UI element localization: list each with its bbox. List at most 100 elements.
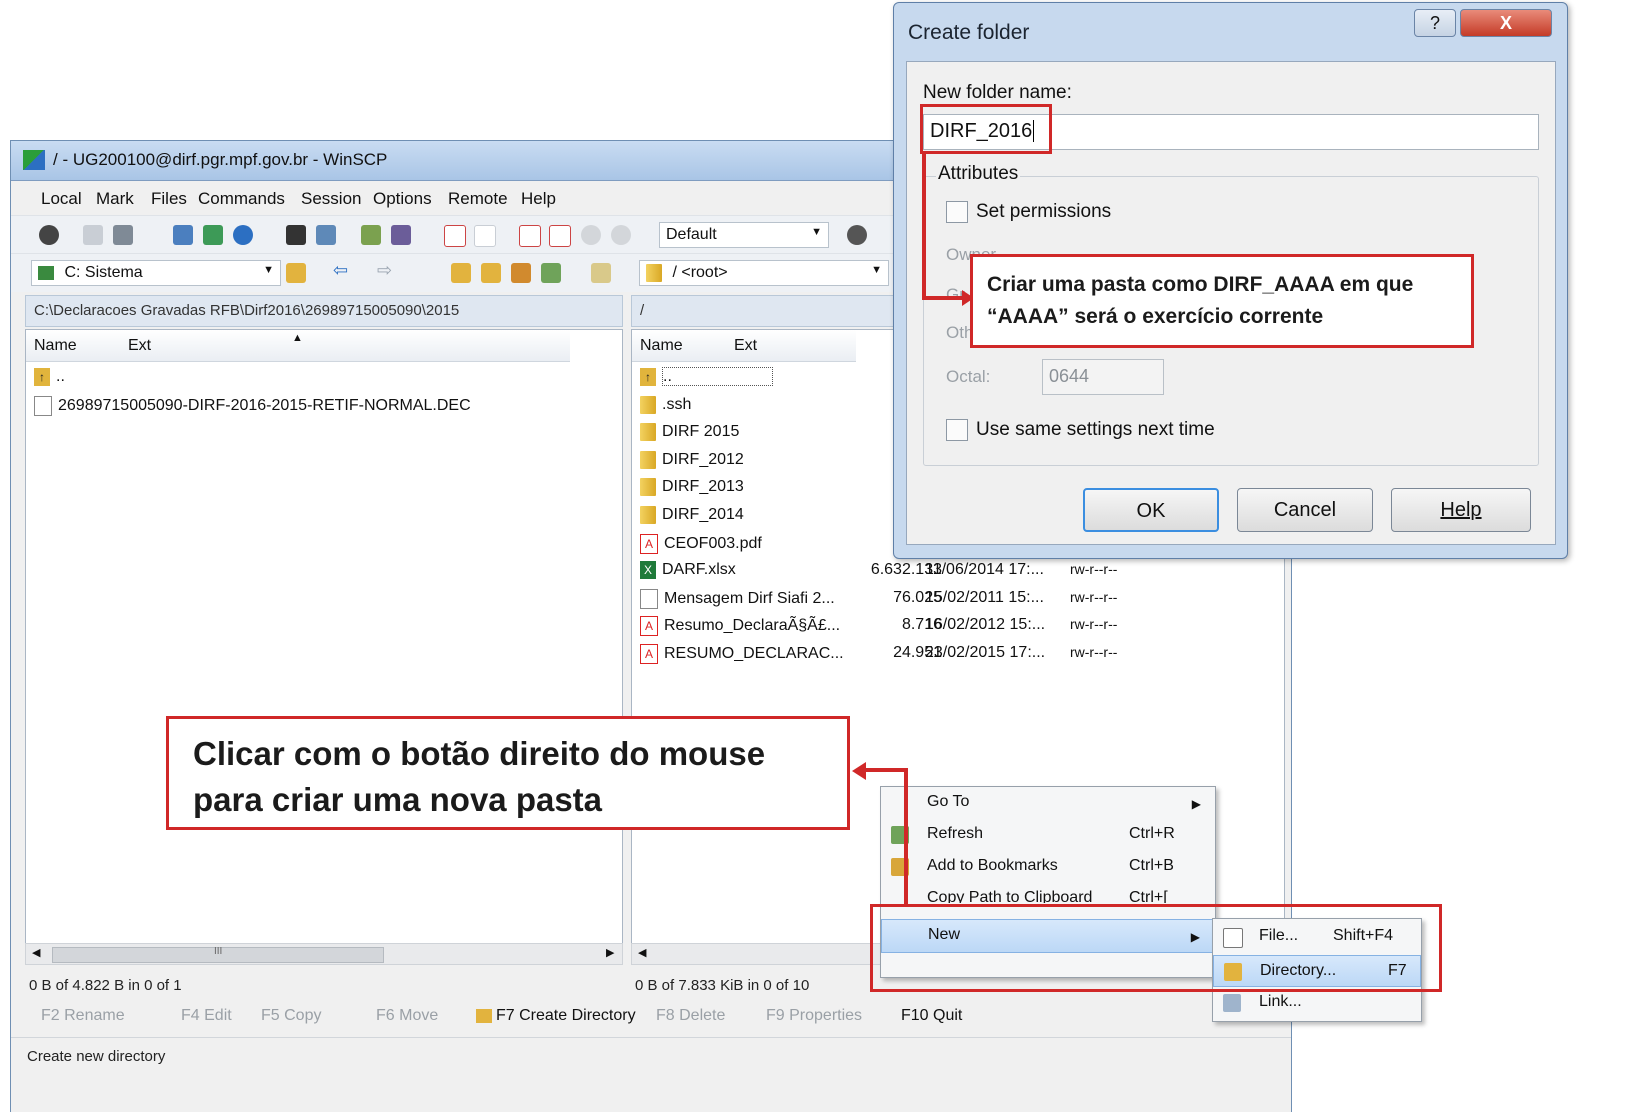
scroll-left-icon[interactable]: ◀ <box>32 946 40 959</box>
file-name: DIRF_2013 <box>662 478 744 496</box>
remote-dir-combo[interactable]: / <root> ▼ <box>639 260 889 286</box>
drive-icon <box>38 265 54 280</box>
menu-item-add-bookmark[interactable]: Add to Bookmarks Ctrl+B <box>881 851 1215 883</box>
file-name: RESUMO_DECLARAC... <box>664 645 844 663</box>
dialog-help-button[interactable]: ? <box>1414 9 1456 37</box>
root-dir-icon[interactable] <box>481 263 501 283</box>
parent-dir-icon[interactable] <box>451 263 471 283</box>
left-path-bar[interactable]: C:\Declaracoes Gravadas RFB\Dirf2016\269… <box>25 295 623 327</box>
set-permissions-checkbox[interactable] <box>946 201 968 223</box>
synchronize-icon[interactable] <box>203 225 223 245</box>
winscp-app-icon <box>23 150 45 170</box>
list-item[interactable]: ↑.. <box>34 368 65 395</box>
left-file-list[interactable]: Name Ext ▲ ↑.. 26989715005090-DIRF-2016-… <box>25 329 623 947</box>
tree-icon[interactable] <box>591 263 611 283</box>
menu-files[interactable]: Files <box>151 189 187 209</box>
select-plus-icon[interactable] <box>444 225 466 247</box>
synchronize-browse-icon[interactable] <box>173 225 193 245</box>
transfer-settings-value: Default <box>666 226 717 243</box>
filter-icon[interactable] <box>519 225 541 247</box>
scroll-left-icon[interactable]: ◀ <box>638 946 646 959</box>
menu-options[interactable]: Options <box>373 189 432 209</box>
menu-help[interactable]: Help <box>521 189 556 209</box>
table-row[interactable]: X DARF.xlsx 6.632.133 11/06/2014 17:... rw-r… <box>640 561 1240 588</box>
refresh-panel-icon[interactable] <box>541 263 561 283</box>
pdf-file-icon: A <box>640 644 658 664</box>
folder-icon <box>640 450 656 469</box>
compare-icon[interactable] <box>361 225 381 245</box>
dialog-title: Create folder <box>908 21 1030 44</box>
queue-icon[interactable] <box>113 225 133 245</box>
help-button[interactable]: Help <box>1391 488 1531 532</box>
col-ext-header[interactable]: Ext <box>128 337 151 355</box>
find-files-icon[interactable] <box>391 225 411 245</box>
parent-folder-icon: ↑ <box>34 368 50 386</box>
f9-properties-button[interactable]: F9 Properties <box>766 1007 862 1025</box>
invert-selection-icon[interactable] <box>549 225 571 247</box>
f5-copy-button[interactable]: F5 Copy <box>261 1007 321 1025</box>
menu-session[interactable]: Session <box>301 189 361 209</box>
table-row[interactable]: A Resumo_DeclaraÃ§Ã£... 8.716 16/02/2012 15… <box>640 616 1240 643</box>
f2-rename-button[interactable]: F2 Rename <box>41 1007 125 1025</box>
dialog-close-button[interactable]: X <box>1460 9 1552 37</box>
col-ext-header[interactable]: Ext <box>734 337 757 355</box>
select-minus-icon[interactable] <box>474 225 496 247</box>
col-name-header[interactable]: Name <box>34 337 77 355</box>
attributes-legend: Attributes <box>936 163 1021 185</box>
folder-icon <box>640 478 656 497</box>
connector-line <box>864 768 908 772</box>
menu-commands[interactable]: Commands <box>198 189 285 209</box>
f7-create-directory-button[interactable]: F7 Create Directory <box>476 1007 636 1025</box>
local-drive-combo[interactable]: C: Sistema ▼ <box>31 260 281 286</box>
disabled-tool-2-icon[interactable] <box>611 225 631 245</box>
menu-remote[interactable]: Remote <box>448 189 508 209</box>
chevron-down-icon: ▼ <box>871 264 882 276</box>
local-toggle-icon[interactable] <box>83 225 103 245</box>
octal-input[interactable]: 0644 <box>1042 359 1164 395</box>
f10-quit-button[interactable]: F10 Quit <box>901 1007 962 1025</box>
menu-item-refresh[interactable]: Refresh Ctrl+R <box>881 819 1215 851</box>
list-item[interactable]: 26989715005090-DIRF-2016-2015-RETIF-NORM… <box>34 396 471 423</box>
window-title: / - UG200100@dirf.pgr.mpf.gov.br - WinSC… <box>53 150 388 169</box>
pdf-file-icon: A <box>640 616 658 637</box>
back-arrow-icon[interactable]: ⇦ <box>333 260 353 280</box>
transfer-options-icon[interactable] <box>847 225 867 245</box>
parent-folder-icon: ↑ <box>640 368 656 386</box>
f4-edit-button[interactable]: F4 Edit <box>181 1007 232 1025</box>
file-rights: rw-r--r-- <box>1070 588 1118 605</box>
scroll-right-icon[interactable]: ▶ <box>606 946 614 959</box>
function-key-bar: F2 Rename F4 Edit F5 Copy F6 Move F7 Cre… <box>31 1007 1031 1033</box>
menu-local[interactable]: Local <box>41 189 82 209</box>
col-name-header[interactable]: Name <box>640 337 683 355</box>
file-name: Resumo_DeclaraÃ§Ã£... <box>664 617 841 635</box>
file-name: DARF.xlsx <box>662 561 736 579</box>
left-horizontal-scrollbar[interactable]: ◀ III ▶ <box>25 943 623 965</box>
use-same-settings-checkbox[interactable] <box>946 419 968 441</box>
file-date: 15/02/2011 15:... <box>925 588 1044 606</box>
f6-move-button[interactable]: F6 Move <box>376 1007 438 1025</box>
disabled-tool-icon[interactable] <box>581 225 601 245</box>
transfer-settings-combo[interactable]: Default ▼ <box>659 222 829 248</box>
chevron-down-icon: ▼ <box>811 226 822 238</box>
preferences-gear-icon[interactable] <box>39 225 59 245</box>
open-directory-icon[interactable] <box>286 263 306 283</box>
set-permissions-label: Set permissions <box>976 201 1112 222</box>
cancel-button[interactable]: Cancel <box>1237 488 1373 532</box>
menu-mark[interactable]: Mark <box>96 189 134 209</box>
putty-icon[interactable] <box>316 225 336 245</box>
connector-line <box>922 154 926 300</box>
forward-arrow-icon[interactable]: ⇨ <box>377 260 397 280</box>
home-dir-icon[interactable] <box>511 263 531 283</box>
scroll-grip: III <box>214 946 223 957</box>
new-folder-label: New folder name: <box>923 82 1072 103</box>
table-row[interactable]: A RESUMO_DECLARAC... 24.951 23/02/2015 17:.… <box>640 644 1240 671</box>
refresh-icon[interactable] <box>233 225 253 245</box>
f8-delete-button[interactable]: F8 Delete <box>656 1007 725 1025</box>
table-row[interactable]: Mensagem Dirf Siafi 2... 76.025 15/02/2011… <box>640 588 1240 616</box>
menu-item-copy-path[interactable]: Copy Path to Clipboard Ctrl+[ <box>881 883 1215 903</box>
file-name: DIRF_2012 <box>662 451 744 469</box>
right-list-header: Name Ext <box>632 330 856 362</box>
ok-button[interactable]: OK <box>1083 488 1219 532</box>
console-icon[interactable] <box>286 225 306 245</box>
menu-item-go-to[interactable]: Go To ▶ <box>881 787 1215 819</box>
